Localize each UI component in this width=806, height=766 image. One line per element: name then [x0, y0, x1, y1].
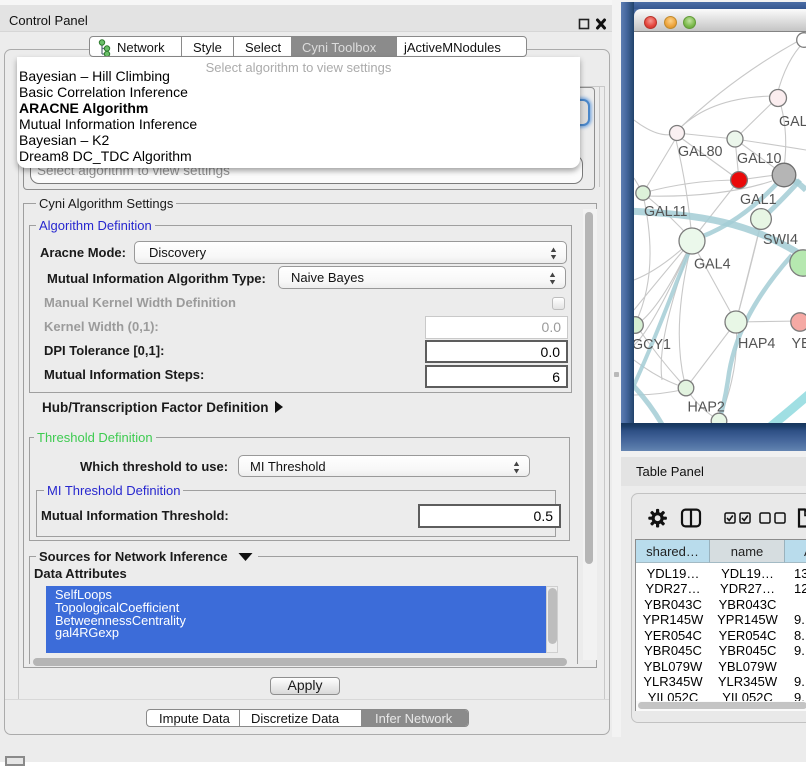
svg-text:SWI4: SWI4 [763, 232, 798, 248]
svg-text:GAL10: GAL10 [737, 151, 782, 167]
svg-text:GAL11: GAL11 [644, 204, 687, 220]
svg-text:GAL1: GAL1 [740, 192, 777, 208]
svg-text:HAP4: HAP4 [738, 336, 775, 352]
svg-text:GCY1: GCY1 [634, 337, 671, 353]
svg-text:GAL80: GAL80 [678, 144, 723, 160]
svg-text:YB: YB [792, 336, 806, 352]
svg-text:HAP2: HAP2 [688, 400, 725, 416]
svg-text:GAL2: GAL2 [779, 114, 806, 130]
svg-text:GAL4: GAL4 [694, 257, 731, 273]
